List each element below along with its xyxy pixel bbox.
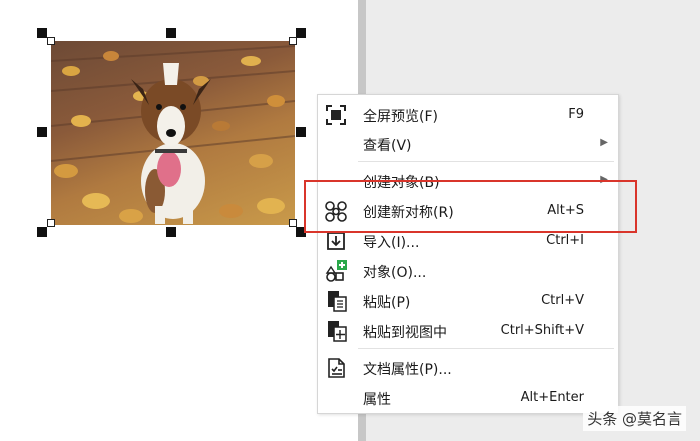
menu-item-label: 文档属性(P)...	[363, 362, 452, 378]
menu-item-label: 粘贴到视图中	[363, 325, 447, 341]
resize-handle-top[interactable]	[166, 28, 176, 38]
resize-handle-right[interactable]	[296, 127, 306, 137]
resize-handle-top-right[interactable]	[296, 28, 306, 38]
menu-separator	[358, 348, 614, 349]
menu-item-label: 对象(O)...	[363, 265, 427, 281]
menu-item-shortcut: Ctrl+V	[541, 293, 584, 308]
menu-item-shortcut: F9	[568, 107, 584, 122]
menu-item-fullscreen-preview[interactable]: 全屏预览(F) F9	[318, 100, 618, 129]
menu-item-object[interactable]: 对象(O)...	[318, 256, 618, 285]
corner-marker-bottom-right	[289, 219, 297, 227]
menu-item-view[interactable]: 查看(V) ▶	[318, 129, 618, 158]
highlight-box	[304, 180, 637, 233]
menu-separator	[358, 161, 614, 162]
menu-item-shortcut: Ctrl+Shift+V	[500, 323, 584, 338]
document-properties-icon	[324, 356, 348, 380]
menu-item-label: 属性	[363, 392, 391, 408]
paste-in-place-icon	[324, 319, 348, 343]
resize-handle-top-left[interactable]	[37, 28, 47, 38]
menu-item-shortcut: Ctrl+I	[546, 233, 584, 248]
menu-item-label: 粘贴(P)	[363, 295, 411, 311]
photo-content	[51, 45, 295, 224]
watermark: 头条 @莫名言	[583, 406, 686, 431]
menu-item-label: 全屏预览(F)	[363, 109, 438, 125]
menu-item-document-properties[interactable]: 文档属性(P)...	[318, 353, 618, 382]
resize-handle-left[interactable]	[37, 127, 47, 137]
context-menu: 全屏预览(F) F9 查看(V) ▶ 创建对象(B) ▶ 创建新对称(R) Al…	[317, 94, 619, 414]
object-icon	[324, 259, 348, 283]
menu-item-paste-in-view[interactable]: 粘贴到视图中 Ctrl+Shift+V	[318, 316, 618, 345]
menu-item-shortcut: Alt+Enter	[520, 390, 584, 405]
corner-marker-bottom-left	[47, 219, 55, 227]
selected-dog-photo[interactable]	[51, 41, 295, 225]
menu-item-label: 查看(V)	[363, 138, 412, 154]
submenu-arrow-icon: ▶	[600, 137, 608, 148]
fullscreen-icon	[324, 103, 348, 127]
resize-handle-bottom[interactable]	[166, 227, 176, 237]
menu-item-label: 导入(I)...	[363, 235, 420, 251]
paste-icon	[324, 289, 348, 313]
corner-marker-top-right	[289, 37, 297, 45]
menu-item-properties[interactable]: 属性 Alt+Enter	[318, 383, 618, 412]
menu-item-paste[interactable]: 粘贴(P) Ctrl+V	[318, 286, 618, 315]
corner-marker-top-left	[47, 37, 55, 45]
resize-handle-bottom-left[interactable]	[37, 227, 47, 237]
